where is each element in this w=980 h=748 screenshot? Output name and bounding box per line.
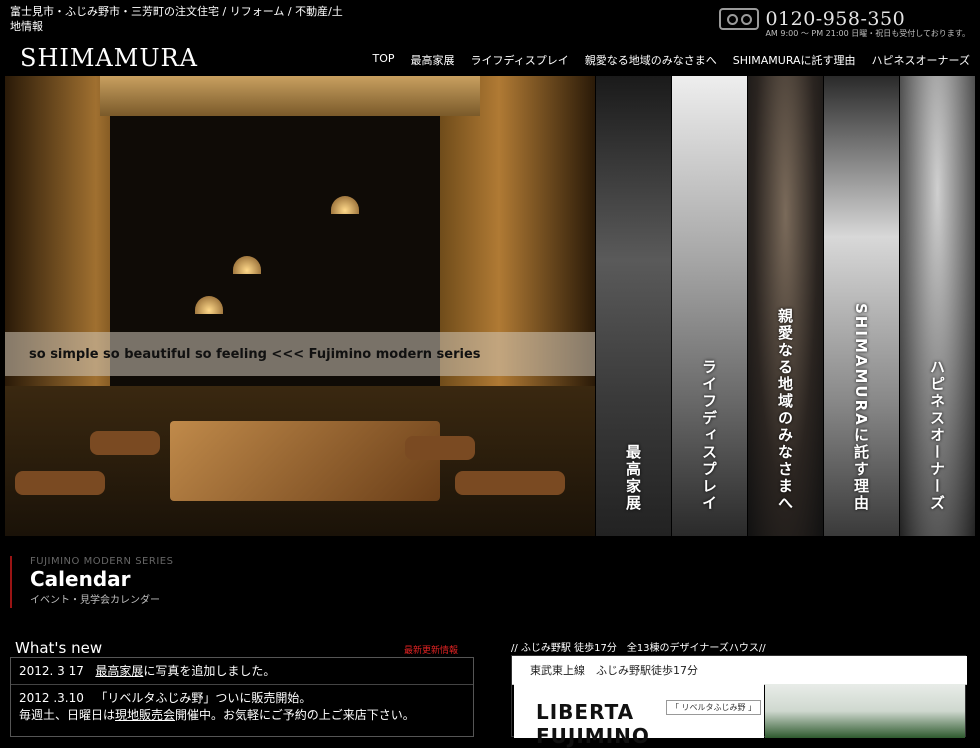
nav-best-house[interactable]: 最高家展 (411, 52, 455, 68)
hero-cushion (455, 471, 565, 495)
calendar-title: Calendar (30, 567, 131, 591)
site-tagline: 富士見市・ふじみ野市・三芳町の注文住宅 / リフォーム / 不動産/土地情報 (10, 5, 343, 33)
news-link[interactable]: 現地販売会 (115, 708, 175, 722)
nav-top[interactable]: TOP (373, 52, 395, 68)
panel-life-display[interactable]: ライフディスプレイ (671, 76, 747, 536)
calendar-section[interactable]: FUJIMINO MODERN SERIES Calendar イベント・見学会… (10, 556, 173, 608)
hero-cushion (405, 436, 475, 460)
ad-title-line2: FUJIMINO (536, 724, 650, 748)
nav-life-display[interactable]: ライフディスプレイ (471, 52, 569, 68)
hero-cushion (90, 431, 160, 455)
hero-banner-text: so simple so beautiful so feeling <<< Fu… (29, 346, 481, 362)
panel-community[interactable]: 親愛なる地域のみなさまへ (747, 76, 823, 536)
site-logo[interactable]: SHIMAMURA (20, 44, 198, 72)
ad-heading: // ふじみ野駅 徒歩17分 全13棟のデザイナーズハウス// (511, 643, 766, 654)
phone-contact: 0120-958-350 AM 9:00 〜 PM 21:00 日曜・祝日も受付… (719, 8, 970, 39)
hero-ceiling (100, 76, 480, 116)
panel-best-house[interactable]: 最高家展 (595, 76, 671, 536)
hero-table (170, 421, 440, 501)
news-date: 2012. 3 17 (19, 664, 84, 678)
calendar-subtitle: イベント・見学会カレンダー (30, 595, 160, 606)
liberta-ad[interactable]: 東武東上線 ふじみ野駅徒歩17分 LIBERTA FUJIMINO 「 リベルタ… (511, 655, 967, 748)
calendar-eyebrow: FUJIMINO MODERN SERIES (30, 556, 174, 567)
ad-bar: 東武東上線 ふじみ野駅徒歩17分 (512, 656, 967, 685)
panel-label: ライフディスプレイ (700, 359, 718, 512)
nav-community[interactable]: 親愛なる地域のみなさまへ (585, 52, 717, 68)
phone-number[interactable]: 0120-958-350 (765, 8, 905, 30)
panel-label: ハピネスオーナーズ (928, 359, 946, 512)
panel-label: SHIMAMURAに託す理由 (852, 303, 870, 512)
ad-tag: 「 リベルタふじみ野 」 (666, 700, 762, 715)
hero-banner: so simple so beautiful so feeling <<< Fu… (5, 332, 595, 376)
news-item: 2012. 3 17 最高家展に写真を追加しました。 (11, 658, 473, 685)
news-list: 2012. 3 17 最高家展に写真を追加しました。 2012 .3.10 「リ… (10, 657, 474, 737)
news-item: 2012 .3.10 「リベルタふじみ野」ついに販売開始。 毎週土、日曜日は現地… (11, 685, 473, 728)
news-date: 2012 .3.10 (19, 691, 84, 705)
news-heading: What's new (15, 639, 103, 657)
news-link[interactable]: 最高家展 (95, 664, 143, 678)
hero-image: so simple so beautiful so feeling <<< Fu… (5, 76, 595, 536)
ad-bar-text: 東武東上線 ふじみ野駅徒歩17分 (530, 664, 698, 677)
panel-label: 親愛なる地域のみなさまへ (776, 308, 794, 512)
news-more-link[interactable]: 最新更新情報 (404, 643, 458, 656)
news-text: に写真を追加しました。 (143, 664, 276, 678)
nav-happiness-owners[interactable]: ハピネスオーナーズ (872, 52, 970, 68)
feature-panels: 最高家展 ライフディスプレイ 親愛なる地域のみなさまへ SHIMAMURAに託す… (595, 76, 975, 536)
hero-cushion (15, 471, 105, 495)
ad-title-line1: LIBERTA (536, 700, 635, 724)
ad-body: LIBERTA FUJIMINO 「 リベルタふじみ野 」 (514, 684, 764, 748)
panel-reasons[interactable]: SHIMAMURAに託す理由 (823, 76, 899, 536)
news-text: 「リベルタふじみ野」ついに販売開始。 (95, 691, 312, 705)
ad-house-photo (765, 684, 965, 738)
news-text: 毎週土、日曜日は (19, 708, 116, 722)
free-dial-icon (719, 8, 760, 30)
main-nav: TOP 最高家展 ライフディスプレイ 親愛なる地域のみなさまへ SHIMAMUR… (373, 52, 970, 68)
ad-title: LIBERTA FUJIMINO (536, 700, 650, 748)
news-text: 開催中。お気軽にご予約の上ご来店下さい。 (175, 708, 415, 722)
panel-happiness-owners[interactable]: ハピネスオーナーズ (899, 76, 975, 536)
nav-reasons[interactable]: SHIMAMURAに託す理由 (733, 52, 856, 68)
business-hours: AM 9:00 〜 PM 21:00 日曜・祝日も受付しております。 (765, 29, 970, 38)
panel-label: 最高家展 (624, 444, 642, 512)
